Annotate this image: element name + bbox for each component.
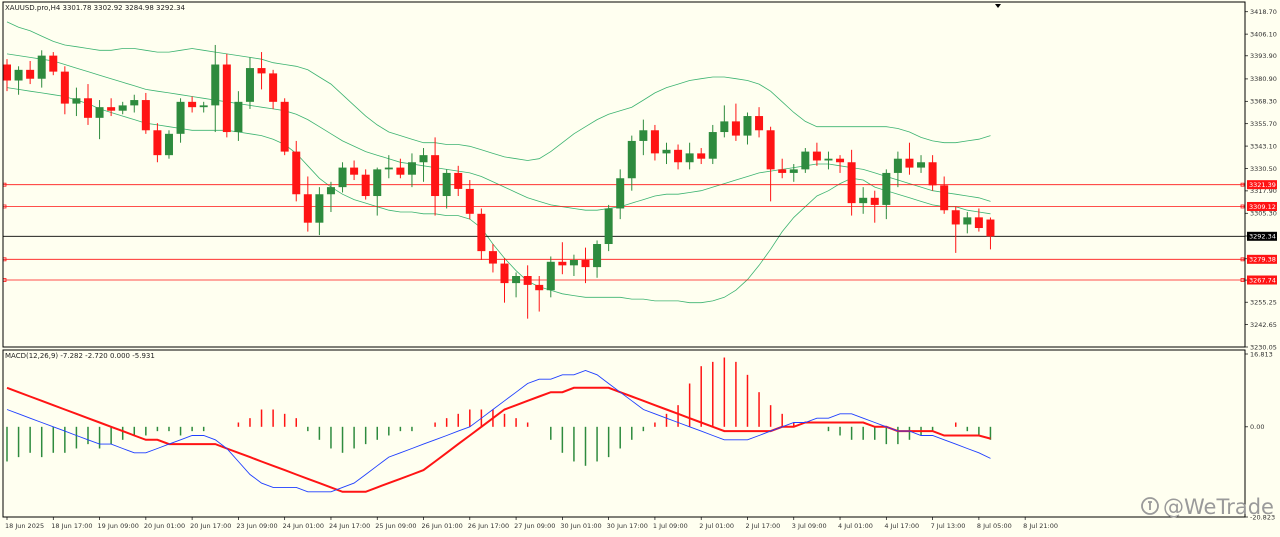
x-tick-label: 8 Jul 21:00 <box>1023 522 1058 530</box>
trading-chart: 3418.70 3406.10 3393.90 3380.90 3368.30 3355.… <box>0 0 1280 537</box>
x-tick-label: 26 Jun 17:00 <box>468 522 509 530</box>
x-tick-label: 2 Jul 17:00 <box>745 522 780 530</box>
price-badge-label: 3279.38 <box>1249 256 1276 264</box>
y-tick-label: 3418.70 <box>1250 8 1277 16</box>
x-tick-label: 3 Jul 09:00 <box>792 522 827 530</box>
price-badge-label: 3321.39 <box>1249 181 1276 189</box>
chart-root: 3418.70 3406.10 3393.90 3380.90 3368.30 3355.… <box>0 0 1280 537</box>
candle <box>280 98 289 156</box>
x-tick-label: 30 Jun 17:00 <box>607 522 648 530</box>
y-tick-label: 3393.90 <box>1250 52 1277 60</box>
x-tick-label: 20 Jun 17:00 <box>190 522 231 530</box>
chart-background <box>0 0 1280 537</box>
y-tick-label: 3380.90 <box>1250 75 1277 83</box>
watermark-text: @WeTrade <box>1163 495 1274 519</box>
symbol-info: XAUUSD.pro,H4 3301.78 3302.92 3284.98 32… <box>5 4 186 12</box>
price-badge-label: 3309.12 <box>1249 203 1276 211</box>
candle <box>222 53 231 138</box>
y-tick-label: 3255.25 <box>1250 299 1277 307</box>
x-tick-label: 4 Jul 17:00 <box>884 522 919 530</box>
x-tick-label: 27 Jun 09:00 <box>514 522 555 530</box>
x-tick-label: 18 Jun 17:00 <box>51 522 92 530</box>
candle <box>164 130 173 159</box>
x-tick-label: 1 Jul 09:00 <box>653 522 688 530</box>
x-tick-label: 26 Jun 01:00 <box>422 522 463 530</box>
macd-info: MACD(12,26,9) -7.282 -2.720 0.000 -5.931 <box>5 352 155 360</box>
y-tick-label: 3355.70 <box>1250 120 1277 128</box>
price-badge-label: 3267.74 <box>1249 276 1276 284</box>
x-tick-label: 2 Jul 01:00 <box>699 522 734 530</box>
x-tick-label: 25 Jun 09:00 <box>375 522 416 530</box>
y-tick-label: 3343.10 <box>1250 142 1277 150</box>
x-tick-label: 8 Jul 05:00 <box>977 522 1012 530</box>
y-tick-label: 3368.30 <box>1250 98 1277 106</box>
x-tick-label: 24 Jun 17:00 <box>329 522 370 530</box>
candle <box>801 148 810 173</box>
x-tick-label: 23 Jun 09:00 <box>236 522 277 530</box>
x-tick-label: 7 Jul 13:00 <box>931 522 966 530</box>
macd-y-tick-label: 0.00 <box>1250 423 1264 431</box>
y-tick-label: 3242.65 <box>1250 321 1277 329</box>
y-tick-label: 3406.10 <box>1250 30 1277 38</box>
y-tick-label: 3330.50 <box>1250 165 1277 173</box>
x-tick-label: 24 Jun 01:00 <box>283 522 324 530</box>
current-price-label: 3292.34 <box>1249 233 1276 241</box>
x-tick-label: 20 Jun 01:00 <box>144 522 185 530</box>
macd-y-tick-label: 16.813 <box>1250 350 1273 358</box>
x-tick-label: 18 Jun 2025 <box>5 522 44 530</box>
x-tick-label: 30 Jun 01:00 <box>560 522 601 530</box>
x-tick-label: 19 Jun 09:00 <box>98 522 139 530</box>
x-tick-label: 4 Jul 01:00 <box>838 522 873 530</box>
